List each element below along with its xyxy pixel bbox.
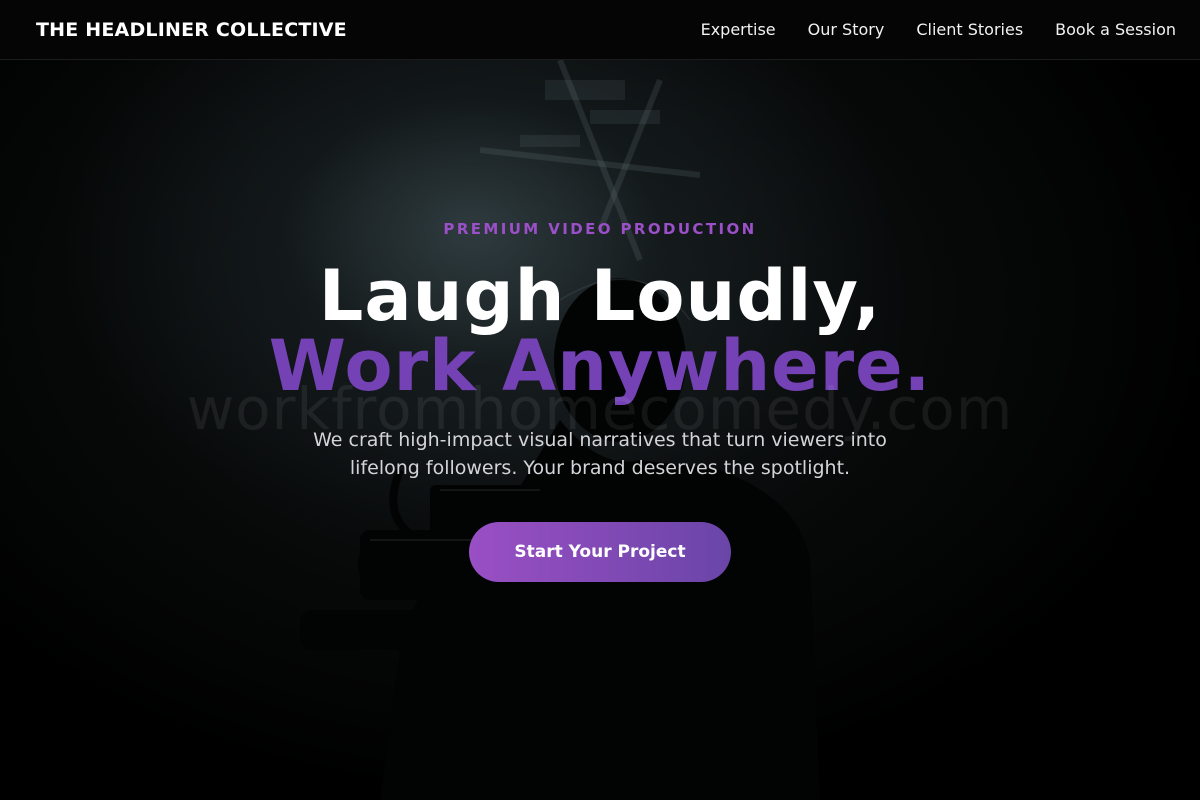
start-your-project-button[interactable]: Start Your Project <box>469 522 731 582</box>
hero-headline-line-1: Laugh Loudly, <box>318 255 882 337</box>
nav-link-our-story[interactable]: Our Story <box>808 20 885 39</box>
nav-links: Expertise Our Story Client Stories Book … <box>701 20 1176 39</box>
hero-subtitle: We craft high-impact visual narratives t… <box>313 429 887 479</box>
nav-link-client-stories[interactable]: Client Stories <box>916 20 1023 39</box>
top-navigation-bar: THE HEADLINER COLLECTIVE Expertise Our S… <box>0 0 1200 60</box>
brand-logo[interactable]: THE HEADLINER COLLECTIVE <box>36 19 347 41</box>
nav-link-expertise[interactable]: Expertise <box>701 20 776 39</box>
hero-section: PREMIUM VIDEO PRODUCTION Laugh Loudly, W… <box>0 0 1200 800</box>
nav-link-book-a-session[interactable]: Book a Session <box>1055 20 1176 39</box>
hero-eyebrow: PREMIUM VIDEO PRODUCTION <box>443 220 757 238</box>
